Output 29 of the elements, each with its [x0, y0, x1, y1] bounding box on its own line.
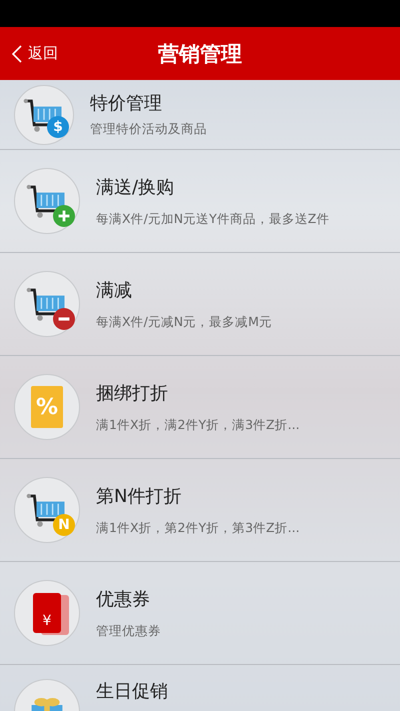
item-title: 优惠券: [96, 588, 151, 610]
dollar-badge: $: [47, 116, 69, 138]
item-description: 满1件X折，第2件Y折，第3件Z折...: [96, 520, 300, 536]
item-description: 管理特价活动及商品: [90, 121, 207, 138]
back-button[interactable]: 返回: [0, 27, 58, 80]
menu-item[interactable]: N 第N件打折 满1件X折，第2件Y折，第3件Z折...: [0, 459, 400, 562]
envelope-icon: ¥: [33, 593, 61, 633]
item-title: 第N件打折: [96, 484, 182, 508]
menu-item[interactable]: 满减 每满X件/元减N元，最多减M元: [0, 253, 400, 356]
item-title: 捆绑打折: [96, 382, 169, 404]
plus-icon: [53, 205, 75, 227]
menu-item[interactable]: 满送/换购 每满X件/元加N元送Y件商品，最多送Z件: [0, 150, 400, 253]
minus-icon: [53, 308, 75, 330]
page-title: 营销管理: [158, 40, 242, 68]
item-description: 管理优惠券: [96, 622, 161, 640]
item-title: 满送/换购: [96, 176, 176, 198]
item-description: 每满X件/元加N元送Y件商品，最多送Z件: [96, 210, 330, 228]
chevron-left-icon: [12, 44, 22, 62]
item-title: 生日促销: [96, 680, 168, 703]
menu-item[interactable]: $ 特价管理 管理特价活动及商品: [0, 80, 400, 150]
item-description: 每满X件/元减N元，最多减M元: [96, 314, 272, 330]
item-description: 满1件X折，满2件Y折，满3件Z折...: [96, 416, 300, 434]
n-badge: N: [53, 514, 75, 536]
menu-item[interactable]: ¥ 优惠券 管理优惠券: [0, 562, 400, 665]
menu-item[interactable]: 生日促销: [0, 665, 400, 711]
item-title: 特价管理: [90, 92, 163, 115]
menu-item[interactable]: % 捆绑打折 满1件X折，满2件Y折，满3件Z折...: [0, 356, 400, 459]
item-title: 满减: [96, 278, 133, 302]
shopping-bag-icon: %: [31, 386, 63, 428]
